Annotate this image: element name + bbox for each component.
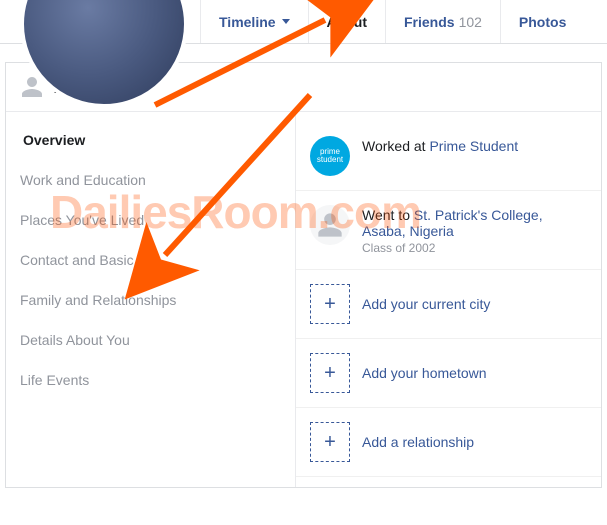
sidebar-item-life[interactable]: Life Events [6, 360, 295, 400]
generic-avatar-icon [310, 205, 350, 245]
sidebar-item-details[interactable]: Details About You [6, 320, 295, 360]
sidebar-item-places[interactable]: Places You've Lived [6, 200, 295, 240]
plus-icon[interactable]: + [310, 353, 350, 393]
tab-about[interactable]: About [308, 0, 385, 43]
tab-about-label: About [327, 14, 367, 30]
tab-friends-label: Friends [404, 14, 455, 30]
tab-photos-label: Photos [519, 14, 566, 30]
tab-timeline-label: Timeline [219, 14, 276, 30]
tab-photos[interactable]: Photos [500, 0, 584, 43]
add-city-label[interactable]: Add your current city [362, 296, 490, 312]
add-hometown-label[interactable]: Add your hometown [362, 365, 487, 381]
work-row: prime student Worked at Prime Student [296, 122, 601, 191]
work-link[interactable]: Prime Student [429, 138, 518, 154]
sidebar-item-overview[interactable]: Overview [6, 120, 295, 160]
sidebar-item-contact[interactable]: Contact and Basic Info [6, 240, 295, 280]
about-main: prime student Worked at Prime Student We… [296, 112, 601, 487]
work-prefix: Worked at [362, 138, 429, 154]
about-sidebar: Overview Work and Education Places You'v… [6, 112, 296, 487]
add-city-row[interactable]: + Add your current city [296, 270, 601, 339]
about-body: Overview Work and Education Places You'v… [6, 112, 601, 487]
edu-subline: Class of 2002 [362, 241, 587, 255]
sidebar-item-work[interactable]: Work and Education [6, 160, 295, 200]
add-relationship-label[interactable]: Add a relationship [362, 434, 474, 450]
add-hometown-row[interactable]: + Add your hometown [296, 339, 601, 408]
plus-icon[interactable]: + [310, 284, 350, 324]
tab-timeline[interactable]: Timeline [200, 0, 308, 43]
about-panel: About Overview Work and Education Places… [5, 62, 602, 488]
work-text: Worked at Prime Student [362, 136, 518, 154]
prime-student-icon: prime student [310, 136, 350, 176]
sidebar-item-family[interactable]: Family and Relationships [6, 280, 295, 320]
edu-prefix: Went to [362, 207, 414, 223]
chevron-down-icon [282, 19, 290, 24]
plus-icon[interactable]: + [310, 422, 350, 462]
friends-count: 102 [459, 14, 482, 30]
education-row: Went to St. Patrick's College, Asaba, Ni… [296, 191, 601, 270]
add-relationship-row[interactable]: + Add a relationship [296, 408, 601, 477]
tab-friends[interactable]: Friends 102 [385, 0, 500, 43]
education-text: Went to St. Patrick's College, Asaba, Ni… [362, 205, 587, 255]
